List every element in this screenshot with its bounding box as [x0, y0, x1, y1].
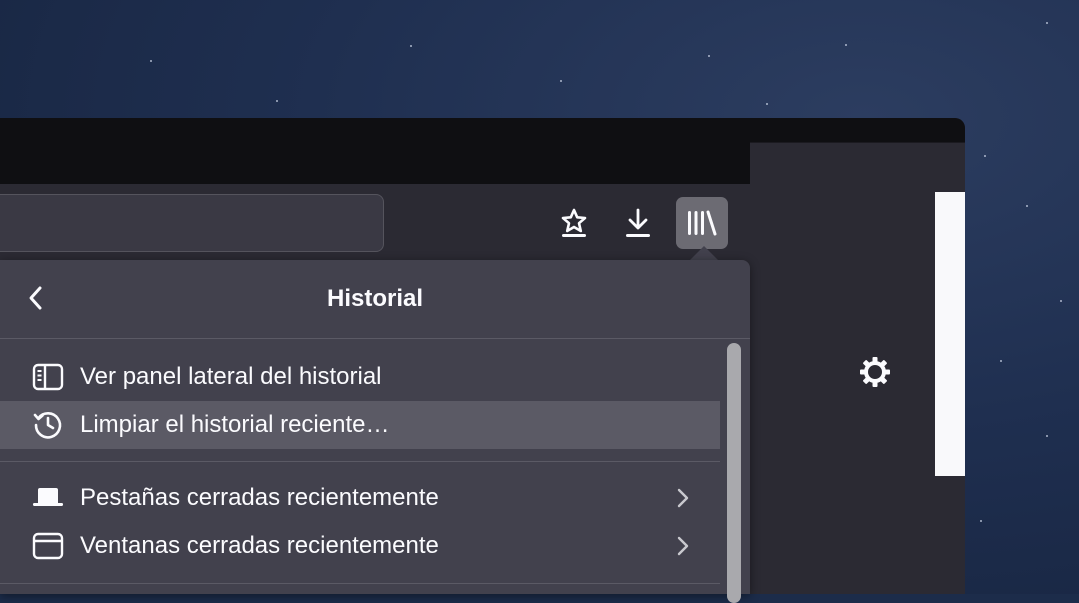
- star: [410, 45, 412, 47]
- star: [1000, 360, 1002, 362]
- chevron-left-icon: [26, 285, 46, 316]
- star: [766, 103, 768, 105]
- window-icon: [31, 532, 65, 560]
- star: [276, 100, 278, 102]
- gear-icon[interactable]: [857, 354, 893, 395]
- star: [1046, 22, 1048, 24]
- view-history-sidebar-item[interactable]: Ver panel lateral del historial: [0, 353, 720, 401]
- menu-divider: [0, 461, 720, 462]
- star: [984, 155, 986, 157]
- menu-item-label: Ver panel lateral del historial: [80, 363, 382, 390]
- star: [1026, 205, 1028, 207]
- panel-header: Historial: [0, 260, 750, 339]
- tab-icon: [31, 484, 65, 512]
- star: [708, 55, 710, 57]
- panel-scrollbar[interactable]: [722, 339, 748, 603]
- panel-title: Historial: [326, 285, 424, 312]
- download-icon: [623, 207, 653, 239]
- menu-item-label: Ventanas cerradas recientemente: [80, 532, 439, 559]
- chevron-right-icon: [675, 534, 691, 565]
- history-panel: Historial Ver panel lateral del historia…: [0, 260, 750, 603]
- url-bar[interactable]: [0, 194, 384, 252]
- bookmark-star-button[interactable]: [548, 197, 600, 249]
- star: [560, 80, 562, 82]
- menu-item-label: Limpiar el historial reciente…: [80, 411, 390, 438]
- chevron-right-icon: [675, 486, 691, 517]
- back-button[interactable]: [18, 282, 54, 318]
- downloads-button[interactable]: [612, 197, 664, 249]
- star: [980, 520, 982, 522]
- star: [150, 60, 152, 62]
- star: [845, 44, 847, 46]
- page-content-edge: [935, 192, 965, 476]
- scrollbar-thumb[interactable]: [727, 343, 741, 603]
- star: [1060, 300, 1062, 302]
- page-content: [750, 142, 965, 477]
- history-clock-icon: [31, 411, 65, 439]
- recently-closed-windows-item[interactable]: Ventanas cerradas recientemente: [0, 522, 720, 570]
- panel-arrow: [690, 246, 718, 260]
- clear-recent-history-item[interactable]: Limpiar el historial reciente…: [0, 401, 720, 449]
- menu-divider: [0, 583, 720, 584]
- bookmark-star-icon: [559, 207, 589, 239]
- sidebar-icon: [31, 363, 65, 391]
- library-icon: [685, 208, 719, 238]
- history-menu-list: Ver panel lateral del historial Limpiar …: [0, 339, 720, 594]
- recently-closed-tabs-item[interactable]: Pestañas cerradas recientemente: [0, 474, 720, 522]
- library-button[interactable]: [676, 197, 728, 249]
- star: [1046, 435, 1048, 437]
- menu-item-label: Pestañas cerradas recientemente: [80, 484, 439, 511]
